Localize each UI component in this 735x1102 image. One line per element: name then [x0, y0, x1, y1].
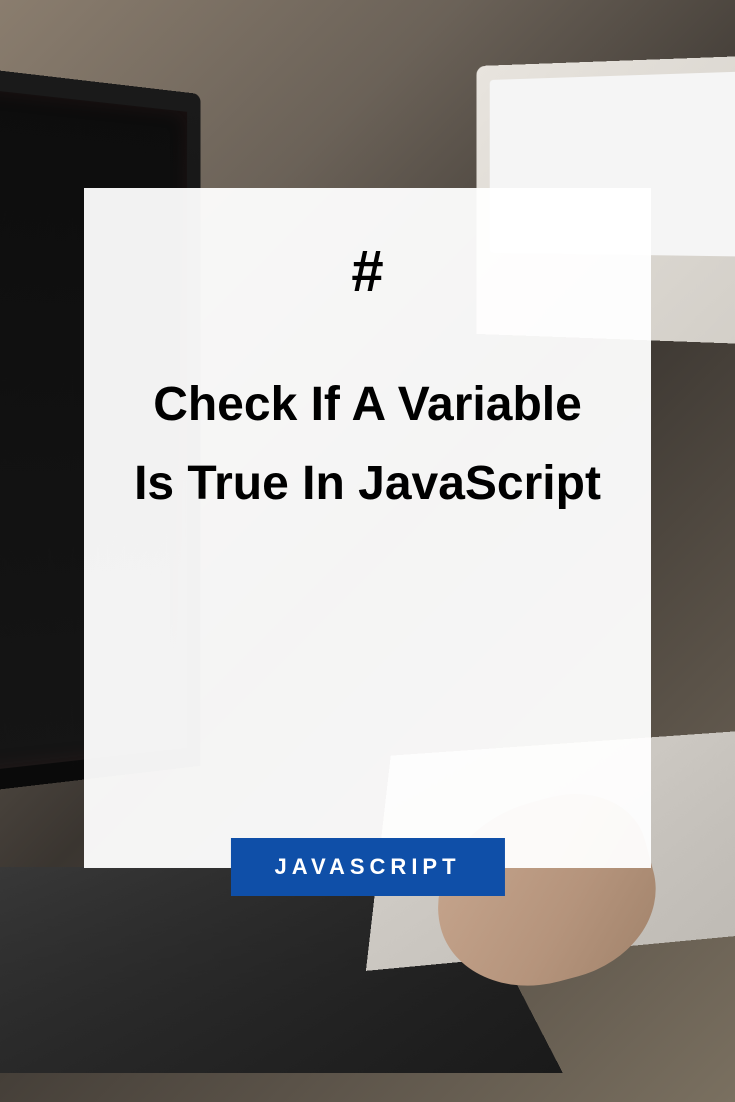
content-card: # Check If A Variable Is True In JavaScr…	[84, 188, 651, 868]
article-title: Check If A Variable Is True In JavaScrip…	[132, 365, 603, 523]
hash-icon: #	[351, 238, 383, 305]
category-badge: JAVASCRIPT	[230, 838, 504, 896]
